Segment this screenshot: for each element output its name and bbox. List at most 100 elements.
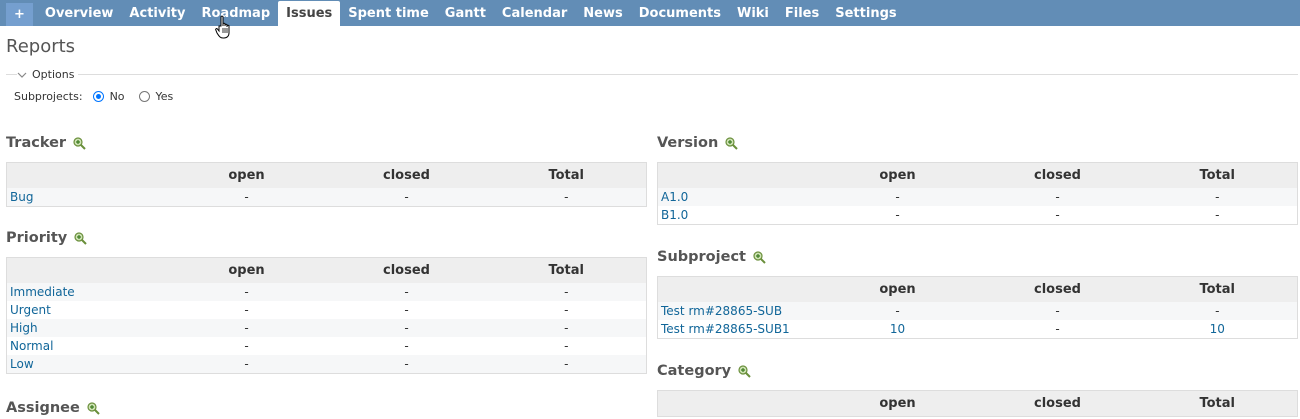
cell-closed: - <box>326 283 487 301</box>
tracker-title: Tracker <box>6 135 67 151</box>
cell-open: - <box>166 355 327 374</box>
table-row: Test rm#28865-SUB - - - <box>657 302 1298 320</box>
cell-closed: - <box>1055 322 1060 336</box>
zoom-details-icon[interactable] <box>724 136 739 150</box>
subprojects-label: Subprojects: <box>14 90 83 103</box>
cell-closed: - <box>326 319 487 337</box>
cell-total: - <box>1215 208 1220 222</box>
col-total-header: Total <box>1137 276 1298 302</box>
zoom-details-icon[interactable] <box>72 136 86 150</box>
row-name-link[interactable]: Immediate <box>6 283 167 301</box>
table-header-row: open closed Total <box>657 390 1298 417</box>
tab-settings[interactable]: Settings <box>827 1 904 26</box>
table-row: B1.0 - - - <box>658 206 1298 225</box>
subproject-title: Subproject <box>657 249 746 265</box>
tab-wiki[interactable]: Wiki <box>729 1 777 26</box>
col-closed-header: closed <box>326 162 487 188</box>
subprojects-no-radio[interactable] <box>92 91 104 102</box>
radio-no-label: No <box>109 90 125 103</box>
cell-open: - <box>244 303 249 317</box>
priority-section: Priority open closed Total Immediate - - - Ur… <box>6 227 647 374</box>
cell-open: - <box>166 188 327 207</box>
zoom-details-icon[interactable] <box>737 364 751 378</box>
col-closed-header: closed <box>326 257 487 283</box>
version-heading: Version <box>657 132 1298 154</box>
table-header-row: open closed Total <box>657 162 1298 188</box>
category-title: Category <box>657 363 732 379</box>
tab-documents[interactable]: Documents <box>631 1 729 26</box>
version-section: Version open closed Total A1.0- - - B1.0- - - <box>657 132 1298 225</box>
row-name-link[interactable]: Test rm#28865-SUB <box>657 302 818 320</box>
table-header-row: open closed Total <box>6 162 647 188</box>
tracker-table: open closed Total Bug - - - <box>6 162 647 207</box>
version-table: open closed Total A1.0- - - B1.0- - - <box>657 162 1298 225</box>
options-label: Options <box>32 68 75 81</box>
table-row: Immediate - - - <box>6 283 647 301</box>
cell-closed: - <box>326 188 487 207</box>
tab-news[interactable]: News <box>575 1 630 26</box>
new-object-button[interactable]: + <box>6 2 33 26</box>
category-section: Category open closed Total <box>657 360 1298 417</box>
cell-open-link[interactable]: 10 <box>818 320 978 339</box>
tab-activity[interactable]: Activity <box>121 1 193 26</box>
tab-issues[interactable]: Issues <box>278 1 341 26</box>
cell-closed: - <box>404 339 409 353</box>
col-open-header: open <box>817 276 978 302</box>
tab-calendar[interactable]: Calendar <box>494 1 575 26</box>
table-row: A1.0- - - <box>657 188 1298 206</box>
hand-cursor-icon <box>215 15 230 39</box>
subprojects-yes-radio[interactable] <box>138 91 150 102</box>
tab-files[interactable]: Files <box>777 1 827 26</box>
cell-open: - <box>817 302 978 320</box>
row-name-link[interactable]: Urgent <box>7 301 167 319</box>
table-row: Low - - - <box>6 355 647 374</box>
zoom-details-icon[interactable] <box>86 401 100 415</box>
col-total-header: Total <box>1137 162 1298 188</box>
tab-roadmap[interactable]: Roadmap <box>193 1 278 26</box>
cell-total: - <box>564 339 569 353</box>
cell-open: - <box>895 208 900 222</box>
radio-yes-label: Yes <box>155 90 174 103</box>
cell-open: - <box>166 319 327 337</box>
assignee-heading: Assignee <box>6 397 647 419</box>
row-name-link[interactable]: Bug <box>6 188 167 207</box>
priority-table: open closed Total Immediate - - - Urgent - - - H… <box>6 257 647 374</box>
cell-total: - <box>486 355 647 374</box>
zoom-details-icon[interactable] <box>73 231 87 245</box>
cell-total: - <box>564 303 569 317</box>
row-name-link[interactable]: Test rm#28865-SUB1 <box>658 320 818 339</box>
row-name-link[interactable]: A1.0 <box>657 188 818 206</box>
options-toggle[interactable]: Options <box>17 68 79 81</box>
table-row: Urgent - - - <box>7 301 647 319</box>
zoom-details-icon[interactable] <box>752 250 766 264</box>
col-open-header: open <box>817 162 978 188</box>
assignee-section: Assignee <box>6 397 647 419</box>
col-total-header: Total <box>486 257 647 283</box>
subproject-table: open closed Total Test rm#28865-SUB - - - Tes… <box>657 276 1298 339</box>
chevron-down-icon <box>17 72 27 78</box>
tab-overview[interactable]: Overview <box>37 1 122 26</box>
row-name-link[interactable]: Normal <box>7 337 167 355</box>
cell-closed: - <box>404 303 409 317</box>
cell-total-link[interactable]: 10 <box>1138 320 1298 339</box>
row-name-link[interactable]: B1.0 <box>658 206 818 225</box>
table-header-row: open closed Total <box>657 276 1298 302</box>
cell-open: - <box>166 283 327 301</box>
subprojects-option: Subprojects: No Yes <box>14 90 173 103</box>
cell-total: - <box>486 283 647 301</box>
main-menu: + Overview Activity Roadmap Issues Spent… <box>0 0 1300 26</box>
tab-spent-time[interactable]: Spent time <box>340 1 437 26</box>
cell-total: - <box>1137 302 1298 320</box>
row-name-link[interactable]: Low <box>6 355 167 374</box>
row-name-link[interactable]: High <box>6 319 167 337</box>
tracker-heading: Tracker <box>6 132 647 154</box>
tab-gantt[interactable]: Gantt <box>437 1 494 26</box>
cell-open: - <box>244 339 249 353</box>
tracker-section: Tracker open closed Total Bug - - - <box>6 132 647 207</box>
priority-title: Priority <box>6 230 68 246</box>
assignee-title: Assignee <box>6 400 80 416</box>
col-open-header: open <box>166 162 327 188</box>
col-closed-header: closed <box>977 276 1138 302</box>
cell-total: - <box>1137 188 1298 206</box>
table-row: Bug - - - <box>6 188 647 207</box>
